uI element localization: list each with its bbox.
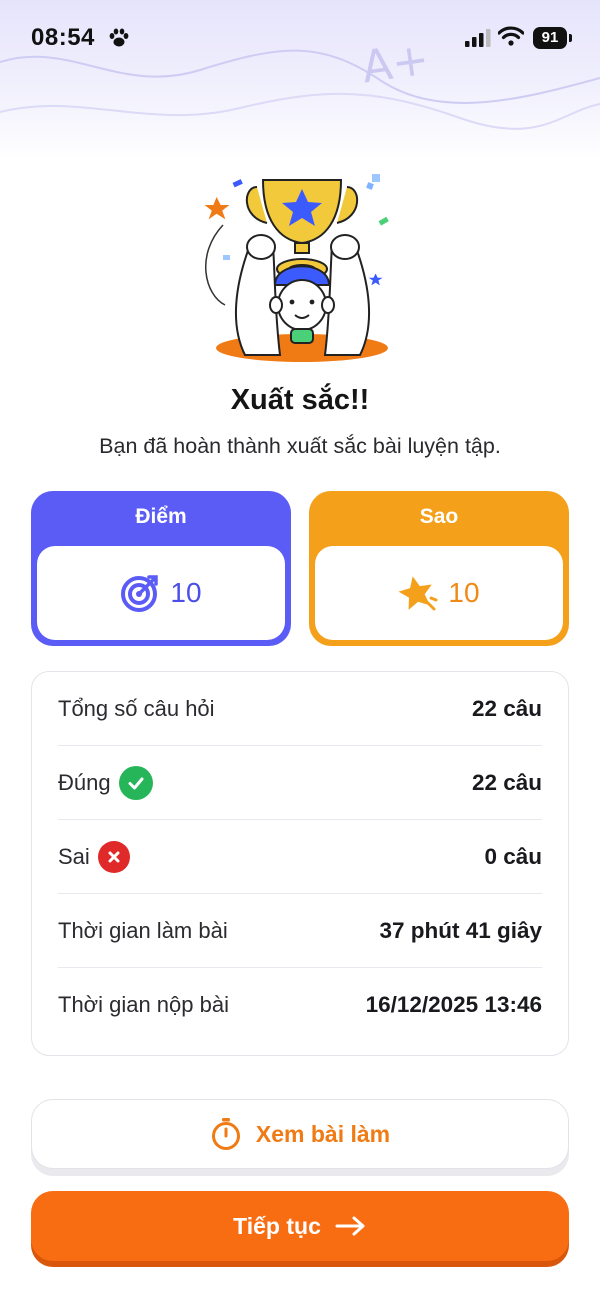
stat-label-text: Sai — [58, 843, 90, 869]
trophy-celebration-illustration — [204, 174, 389, 362]
stat-label-correct: Đúng — [58, 765, 153, 800]
result-title: Xuất sắc!! — [230, 384, 370, 416]
wifi-icon — [498, 26, 524, 46]
status-bar: 08:54 91 — [0, 0, 600, 78]
arrow-right-icon — [335, 1216, 365, 1236]
stat-submitted-at: Thời gian nộp bài 16/12/2025 13:46 — [58, 968, 542, 1042]
stat-duration: Thời gian làm bài 37 phút 41 giây — [58, 894, 542, 968]
stars-label: Sao — [419, 505, 459, 528]
stars-value: 10 — [448, 577, 480, 608]
stat-correct: Đúng 22 câu — [58, 746, 542, 820]
stat-total-questions: Tổng số câu hỏi 22 câu — [58, 672, 542, 746]
points-value: 10 — [170, 577, 202, 608]
target-icon — [121, 575, 159, 612]
x-circle-icon — [97, 840, 130, 873]
continue-button-label: Tiếp tục — [233, 1212, 321, 1239]
points-value-box: 10 — [37, 546, 285, 640]
status-time: 08:54 — [31, 24, 95, 51]
stat-value: 22 câu — [471, 695, 542, 721]
stopwatch-icon — [211, 1118, 240, 1150]
stat-label-wrong: Sai — [58, 840, 130, 873]
stat-value: 22 câu — [471, 769, 542, 795]
stat-value: 37 phút 41 giây — [379, 917, 542, 943]
stars-value-box: 10 — [315, 546, 563, 640]
stat-value: 0 câu — [484, 843, 542, 869]
stats-panel: Tổng số câu hỏi 22 câu Đúng 22 câu Sai 0… — [31, 671, 569, 1056]
paw-icon — [109, 28, 129, 47]
points-label: Điểm — [135, 505, 187, 528]
stars-card: Sao 10 — [309, 491, 569, 646]
stat-wrong: Sai 0 câu — [58, 820, 542, 894]
continue-button[interactable]: Tiếp tục — [31, 1191, 569, 1261]
points-card: Điểm 10 — [31, 491, 291, 646]
stat-value: 16/12/2025 13:46 — [365, 992, 542, 1017]
signal-icon — [465, 29, 491, 47]
stat-label-text: Đúng — [58, 769, 111, 795]
star-icon — [398, 576, 438, 611]
check-circle-icon — [118, 765, 153, 800]
battery-indicator: 91 — [533, 27, 567, 49]
stat-label: Thời gian nộp bài — [58, 992, 229, 1017]
battery-nub — [569, 34, 572, 42]
result-subtitle: Bạn đã hoàn thành xuất sắc bài luyện tập… — [99, 434, 501, 458]
review-answers-button[interactable]: Xem bài làm — [31, 1099, 569, 1169]
stat-label: Thời gian làm bài — [58, 917, 228, 943]
stat-label: Tổng số câu hỏi — [58, 695, 215, 721]
review-button-label: Xem bài làm — [255, 1120, 391, 1147]
